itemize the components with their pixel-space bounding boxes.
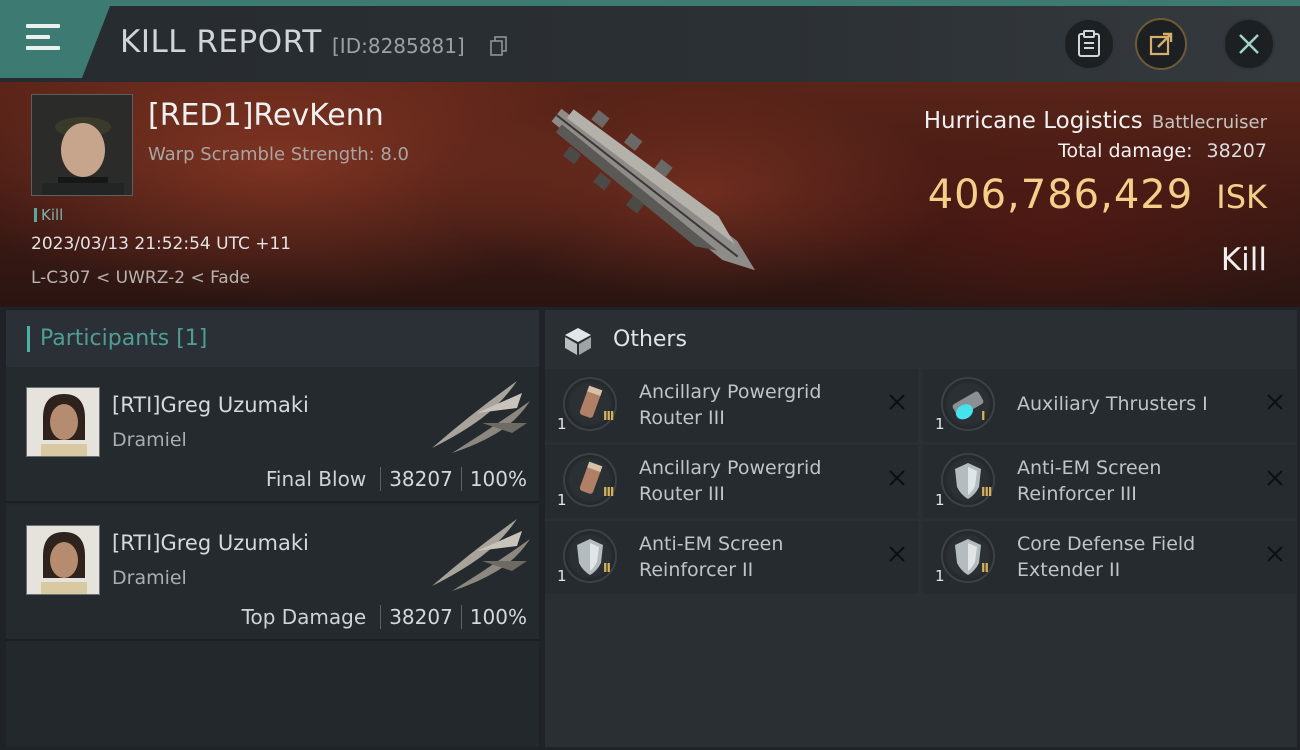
ship-name[interactable]: Hurricane Logistics — [924, 108, 1143, 134]
participant-name[interactable]: [RTI]Greg Uzumaki — [112, 393, 309, 417]
total-damage-value: 38207 — [1206, 140, 1267, 162]
item-name: Anti-EM Screen Reinforcer III — [1017, 457, 1162, 505]
stats-divider — [380, 605, 382, 629]
clipboard-button[interactable] — [1063, 18, 1115, 70]
kill-result-label: Kill — [1220, 242, 1267, 278]
participant-damage: 38207 — [389, 605, 453, 629]
participant-avatar[interactable] — [26, 387, 100, 457]
participant-avatar[interactable] — [26, 525, 100, 595]
isk-value-line: 406,786,429 ISK — [928, 172, 1267, 218]
kill-location[interactable]: L-C307 < UWRZ-2 < Fade — [31, 268, 250, 288]
tier-badge: I — [981, 409, 986, 423]
stats-divider — [460, 605, 462, 629]
item-quantity: 1 — [935, 491, 945, 509]
module-item[interactable]: I 1 Auxiliary Thrusters I — [923, 369, 1296, 442]
victim-name[interactable]: [RED1]RevKenn — [148, 98, 384, 133]
item-name: Anti-EM Screen Reinforcer II — [639, 533, 784, 581]
ship-class: Battlecruiser — [1151, 112, 1267, 133]
stats-divider — [380, 467, 382, 491]
dramiel-ship-image — [432, 519, 530, 591]
module-item[interactable]: III 1 Ancillary Powergrid Router III — [545, 445, 918, 518]
page-title: KILL REPORT — [120, 24, 322, 60]
participant-stats: Top Damage 38207 100% — [242, 605, 527, 629]
module-item[interactable]: II 1 Anti-EM Screen Reinforcer II — [545, 521, 918, 594]
destroyed-x-icon — [889, 394, 905, 410]
item-quantity: 1 — [935, 567, 945, 585]
participant-name[interactable]: [RTI]Greg Uzumaki — [112, 531, 309, 555]
participants-list: [RTI]Greg Uzumaki Dramiel Final Blow 382… — [6, 367, 539, 747]
tier-badge: III — [603, 485, 614, 499]
destroyed-x-icon — [1267, 470, 1283, 486]
tier-badge: II — [981, 561, 989, 575]
menu-button[interactable] — [0, 6, 110, 78]
report-id: [ID:8285881] — [332, 34, 465, 58]
participants-title: Participants [1] — [40, 326, 208, 351]
cube-icon — [565, 328, 591, 355]
thruster-icon — [941, 377, 995, 431]
destroyed-x-icon — [889, 470, 905, 486]
tier-badge: II — [603, 561, 611, 575]
participant-stats: Final Blow 38207 100% — [266, 467, 527, 491]
stats-divider — [460, 467, 462, 491]
item-quantity: 1 — [935, 415, 945, 433]
participant-damage: 38207 — [389, 467, 453, 491]
item-quantity: 1 — [557, 415, 567, 433]
destroyed-x-icon — [1267, 546, 1283, 562]
victim-avatar[interactable] — [31, 94, 133, 196]
close-button[interactable] — [1223, 18, 1275, 70]
participant-role: Top Damage — [241, 605, 367, 629]
participant-ship: Dramiel — [112, 567, 187, 589]
tier-badge: III — [603, 409, 614, 423]
kill-timestamp: 2023/03/13 21:52:54 UTC +11 — [31, 234, 292, 254]
item-name: Core Defense Field Extender II — [1017, 533, 1196, 581]
isk-unit: ISK — [1216, 178, 1267, 216]
isk-value: 406,786,429 — [927, 172, 1194, 218]
others-header: Others — [545, 310, 1297, 367]
kill-tag: Kill — [34, 206, 63, 224]
kill-banner: [RED1]RevKenn Warp Scramble Strength: 8.… — [0, 82, 1300, 307]
item-quantity: 1 — [557, 567, 567, 585]
copy-icon[interactable] — [490, 36, 508, 56]
others-panel: Others III 1 Ancillary Powergrid Router … — [545, 310, 1297, 747]
destroyed-x-icon — [1267, 394, 1283, 410]
others-title: Others — [613, 327, 687, 352]
total-damage-label: Total damage: — [1058, 140, 1193, 162]
module-item[interactable]: III 1 Ancillary Powergrid Router III — [545, 369, 918, 442]
item-name: Ancillary Powergrid Router III — [639, 381, 822, 429]
total-damage: Total damage: 38207 — [1058, 140, 1267, 162]
participant-percent: 100% — [469, 605, 527, 629]
participants-accent-bar — [27, 326, 30, 352]
participant-role: Final Blow — [265, 467, 367, 491]
module-item[interactable]: II 1 Core Defense Field Extender II — [923, 521, 1296, 594]
menu-icon — [26, 24, 60, 54]
victim-subtitle: Warp Scramble Strength: 8.0 — [148, 144, 410, 165]
ship-image — [551, 108, 756, 271]
participant-row[interactable]: [RTI]Greg Uzumaki Dramiel Final Blow 382… — [6, 367, 539, 503]
clipboard-icon — [1078, 30, 1100, 57]
ship-title: Hurricane Logistics Battlecruiser — [924, 108, 1267, 134]
item-name: Auxiliary Thrusters I — [1017, 393, 1208, 415]
module-item[interactable]: III 1 Anti-EM Screen Reinforcer III — [923, 445, 1296, 518]
close-icon — [1239, 34, 1259, 54]
destroyed-x-icon — [889, 546, 905, 562]
tier-badge: III — [981, 485, 992, 499]
share-icon — [1149, 32, 1173, 56]
share-button[interactable] — [1135, 18, 1187, 70]
participant-row[interactable]: [RTI]Greg Uzumaki Dramiel Top Damage 382… — [6, 505, 539, 641]
participants-header[interactable]: Participants [1] — [6, 310, 539, 367]
participant-percent: 100% — [469, 467, 527, 491]
header-bar: KILL REPORT [ID:8285881] — [0, 6, 1300, 82]
dramiel-ship-image — [432, 381, 530, 453]
participant-ship: Dramiel — [112, 429, 187, 451]
item-name: Ancillary Powergrid Router III — [639, 457, 822, 505]
item-quantity: 1 — [557, 491, 567, 509]
